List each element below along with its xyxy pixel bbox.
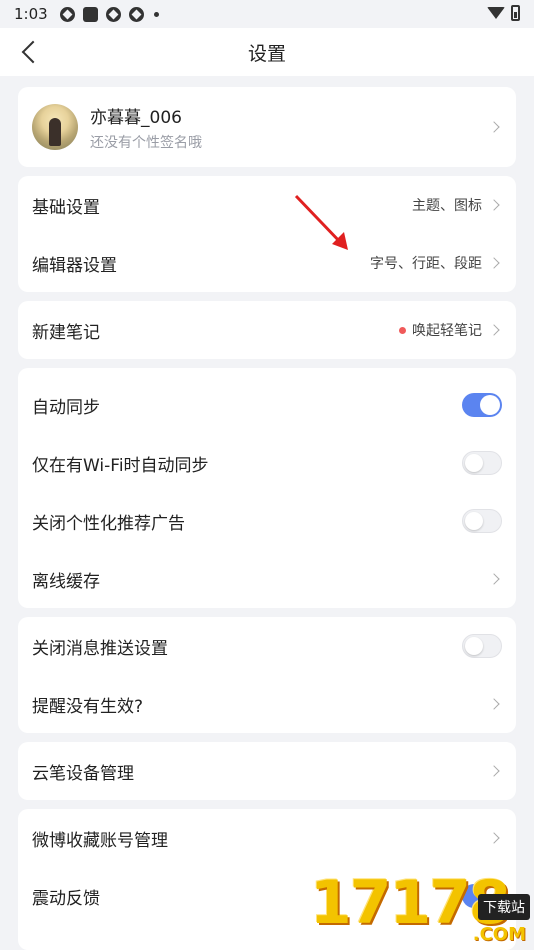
offline-cache-label: 离线缓存 [32,571,100,592]
app-notification-icon [128,6,144,22]
weibo-account-row[interactable]: 微博收藏账号管理 [18,809,516,867]
status-time: 1:03 [14,5,48,23]
push-settings-label: 关闭消息推送设置 [32,638,168,659]
personalized-ads-row: 关闭个性化推荐广告 [18,492,516,550]
chevron-right-icon [488,572,502,586]
reminder-help-label: 提醒没有生效? [32,696,144,717]
chevron-right-icon [488,764,502,778]
basic-settings-row[interactable]: 基础设置 主题、图标 [18,176,516,234]
pen-device-card: 云笔设备管理 [18,742,516,800]
status-bar: 1:03 [0,0,534,28]
profile-card: 亦暮暮_006 还没有个性签名哦 [18,87,516,167]
profile-text: 亦暮暮_006 还没有个性签名哦 [90,103,488,152]
annotation-arrow-icon [294,194,348,250]
chevron-right-icon [488,256,502,270]
new-note-card: 新建笔记 唤起轻笔记 [18,301,516,359]
editor-settings-row[interactable]: 编辑器设置 字号、行距、段距 [18,234,516,292]
chevron-right-icon [488,323,502,337]
watermark-domain: .COM [472,924,526,945]
editor-settings-value: 字号、行距、段距 [370,256,482,272]
push-settings-card: 关闭消息推送设置 提醒没有生效? [18,617,516,733]
sync-settings-card: 自动同步 仅在有Wi-Fi时自动同步 关闭个性化推荐广告 离线缓存 [18,368,516,608]
wifi-sync-toggle[interactable] [462,451,502,475]
profile-name: 亦暮暮_006 [90,107,182,128]
push-settings-toggle[interactable] [462,634,502,658]
avatar [32,104,78,150]
wifi-sync-label: 仅在有Wi-Fi时自动同步 [32,455,209,476]
profile-row[interactable]: 亦暮暮_006 还没有个性签名哦 [18,87,516,167]
auto-sync-label: 自动同步 [32,397,100,418]
new-note-value: 唤起轻笔记 [412,323,482,339]
new-badge-dot [399,326,406,334]
status-right [487,5,520,21]
new-note-row[interactable]: 新建笔记 唤起轻笔记 [18,301,516,359]
wifi-sync-row: 仅在有Wi-Fi时自动同步 [18,434,516,492]
personalized-ads-toggle[interactable] [462,509,502,533]
reminder-help-row[interactable]: 提醒没有生效? [18,675,516,733]
watermark-logo: 17178 下载站 .COM [310,868,534,950]
nav-bar: 设置 [0,28,534,76]
page-title: 设置 [247,42,286,65]
weibo-account-label: 微博收藏账号管理 [32,830,168,851]
pen-device-label: 云笔设备管理 [32,763,134,784]
app-notification-icon [105,6,121,22]
basic-settings-card: 基础设置 主题、图标 编辑器设置 字号、行距、段距 [18,176,516,292]
auto-sync-toggle[interactable] [462,393,502,417]
new-note-label: 新建笔记 [32,322,100,343]
wifi-icon [487,7,505,19]
back-icon[interactable] [18,40,42,64]
chevron-right-icon [488,697,502,711]
chevron-right-icon [488,198,502,212]
push-settings-row: 关闭消息推送设置 [18,617,516,675]
more-notifications-icon [153,11,159,17]
pen-device-row[interactable]: 云笔设备管理 [18,742,516,800]
personalized-ads-label: 关闭个性化推荐广告 [32,513,185,534]
battery-icon [511,5,520,21]
offline-cache-row[interactable]: 离线缓存 [18,550,516,608]
app-notification-icon [82,6,98,22]
chevron-right-icon [488,120,502,134]
basic-settings-value: 主题、图标 [412,198,482,214]
profile-signature: 还没有个性签名哦 [90,134,202,151]
app-notification-icon [59,6,75,22]
auto-sync-row: 自动同步 [18,376,516,434]
chevron-right-icon [488,831,502,845]
watermark-tag: 下载站 [478,894,530,920]
